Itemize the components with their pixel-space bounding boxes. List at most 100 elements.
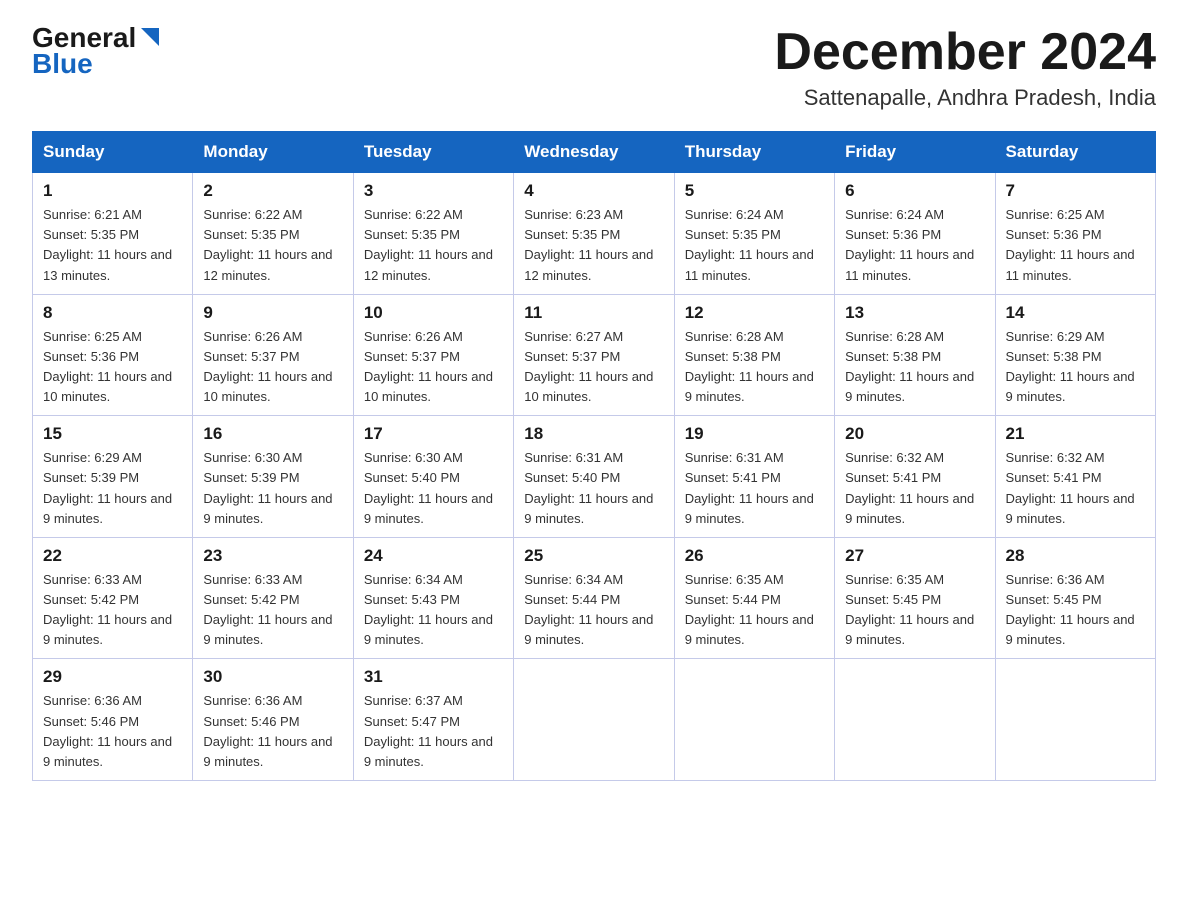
day-info: Sunrise: 6:30 AMSunset: 5:40 PMDaylight:…	[364, 448, 503, 529]
day-number: 29	[43, 667, 182, 687]
day-info: Sunrise: 6:35 AMSunset: 5:44 PMDaylight:…	[685, 570, 824, 651]
calendar-week-row: 1 Sunrise: 6:21 AMSunset: 5:35 PMDaylight…	[33, 173, 1156, 295]
day-number: 2	[203, 181, 342, 201]
day-number: 16	[203, 424, 342, 444]
calendar-cell: 21Sunrise: 6:32 AMSunset: 5:41 PMDayligh…	[995, 416, 1155, 538]
day-info: Sunrise: 6:37 AMSunset: 5:47 PMDaylight:…	[364, 691, 503, 772]
calendar-cell: 31 Sunrise: 6:37 AMSunset: 5:47 PMDayligh…	[353, 659, 513, 781]
day-info: Sunrise: 6:24 AMSunset: 5:36 PMDaylight:…	[845, 205, 984, 286]
calendar-cell: 1 Sunrise: 6:21 AMSunset: 5:35 PMDaylight…	[33, 173, 193, 295]
day-info: Sunrise: 6:28 AMSunset: 5:38 PMDaylight:…	[845, 327, 984, 408]
day-info: Sunrise: 6:33 AMSunset: 5:42 PMDaylight:…	[203, 570, 342, 651]
calendar-cell: 29 Sunrise: 6:36 AMSunset: 5:46 PMDayligh…	[33, 659, 193, 781]
day-number: 10	[364, 303, 503, 323]
calendar-cell	[674, 659, 834, 781]
day-number: 6	[845, 181, 984, 201]
day-number: 30	[203, 667, 342, 687]
day-number: 5	[685, 181, 824, 201]
day-number: 13	[845, 303, 984, 323]
calendar-cell	[995, 659, 1155, 781]
calendar-cell: 30 Sunrise: 6:36 AMSunset: 5:46 PMDayligh…	[193, 659, 353, 781]
day-number: 28	[1006, 546, 1145, 566]
calendar-cell: 25 Sunrise: 6:34 AMSunset: 5:44 PMDayligh…	[514, 537, 674, 659]
day-number: 14	[1006, 303, 1145, 323]
calendar-cell: 17 Sunrise: 6:30 AMSunset: 5:40 PMDayligh…	[353, 416, 513, 538]
calendar-cell: 2 Sunrise: 6:22 AMSunset: 5:35 PMDaylight…	[193, 173, 353, 295]
day-number: 22	[43, 546, 182, 566]
day-number: 27	[845, 546, 984, 566]
calendar-week-row: 15Sunrise: 6:29 AMSunset: 5:39 PMDayligh…	[33, 416, 1156, 538]
day-info: Sunrise: 6:28 AMSunset: 5:38 PMDaylight:…	[685, 327, 824, 408]
day-info: Sunrise: 6:27 AMSunset: 5:37 PMDaylight:…	[524, 327, 663, 408]
calendar-cell: 22 Sunrise: 6:33 AMSunset: 5:42 PMDayligh…	[33, 537, 193, 659]
day-info: Sunrise: 6:21 AMSunset: 5:35 PMDaylight:…	[43, 205, 182, 286]
calendar-cell: 13 Sunrise: 6:28 AMSunset: 5:38 PMDayligh…	[835, 294, 995, 416]
calendar-cell: 28 Sunrise: 6:36 AMSunset: 5:45 PMDayligh…	[995, 537, 1155, 659]
day-info: Sunrise: 6:36 AMSunset: 5:45 PMDaylight:…	[1006, 570, 1145, 651]
weekday-header-thursday: Thursday	[674, 132, 834, 173]
day-info: Sunrise: 6:25 AMSunset: 5:36 PMDaylight:…	[1006, 205, 1145, 286]
day-info: Sunrise: 6:31 AMSunset: 5:40 PMDaylight:…	[524, 448, 663, 529]
day-info: Sunrise: 6:25 AMSunset: 5:36 PMDaylight:…	[43, 327, 182, 408]
day-number: 4	[524, 181, 663, 201]
day-info: Sunrise: 6:36 AMSunset: 5:46 PMDaylight:…	[43, 691, 182, 772]
day-info: Sunrise: 6:29 AMSunset: 5:38 PMDaylight:…	[1006, 327, 1145, 408]
logo-triangle-icon	[139, 26, 161, 48]
calendar-cell: 4Sunrise: 6:23 AMSunset: 5:35 PMDaylight…	[514, 173, 674, 295]
day-number: 7	[1006, 181, 1145, 201]
weekday-header-monday: Monday	[193, 132, 353, 173]
calendar-cell: 6 Sunrise: 6:24 AMSunset: 5:36 PMDaylight…	[835, 173, 995, 295]
calendar-cell: 23 Sunrise: 6:33 AMSunset: 5:42 PMDayligh…	[193, 537, 353, 659]
day-number: 1	[43, 181, 182, 201]
day-info: Sunrise: 6:26 AMSunset: 5:37 PMDaylight:…	[203, 327, 342, 408]
logo: General Blue	[32, 24, 161, 80]
day-number: 25	[524, 546, 663, 566]
day-number: 12	[685, 303, 824, 323]
title-area: December 2024 Sattenapalle, Andhra Prade…	[774, 24, 1156, 111]
calendar-week-row: 29 Sunrise: 6:36 AMSunset: 5:46 PMDayligh…	[33, 659, 1156, 781]
calendar-cell: 20Sunrise: 6:32 AMSunset: 5:41 PMDayligh…	[835, 416, 995, 538]
day-number: 8	[43, 303, 182, 323]
day-info: Sunrise: 6:33 AMSunset: 5:42 PMDaylight:…	[43, 570, 182, 651]
day-info: Sunrise: 6:32 AMSunset: 5:41 PMDaylight:…	[845, 448, 984, 529]
calendar-cell: 14 Sunrise: 6:29 AMSunset: 5:38 PMDayligh…	[995, 294, 1155, 416]
weekday-header-wednesday: Wednesday	[514, 132, 674, 173]
day-number: 9	[203, 303, 342, 323]
calendar-cell: 15Sunrise: 6:29 AMSunset: 5:39 PMDayligh…	[33, 416, 193, 538]
day-number: 31	[364, 667, 503, 687]
day-number: 21	[1006, 424, 1145, 444]
day-number: 17	[364, 424, 503, 444]
calendar-cell: 18 Sunrise: 6:31 AMSunset: 5:40 PMDayligh…	[514, 416, 674, 538]
day-info: Sunrise: 6:22 AMSunset: 5:35 PMDaylight:…	[364, 205, 503, 286]
weekday-header-row: SundayMondayTuesdayWednesdayThursdayFrid…	[33, 132, 1156, 173]
weekday-header-friday: Friday	[835, 132, 995, 173]
day-number: 23	[203, 546, 342, 566]
calendar-table: SundayMondayTuesdayWednesdayThursdayFrid…	[32, 131, 1156, 781]
calendar-cell: 8 Sunrise: 6:25 AMSunset: 5:36 PMDaylight…	[33, 294, 193, 416]
weekday-header-tuesday: Tuesday	[353, 132, 513, 173]
header: General Blue December 2024 Sattenapalle,…	[32, 24, 1156, 111]
calendar-cell: 26 Sunrise: 6:35 AMSunset: 5:44 PMDayligh…	[674, 537, 834, 659]
calendar-cell: 3Sunrise: 6:22 AMSunset: 5:35 PMDaylight…	[353, 173, 513, 295]
day-info: Sunrise: 6:29 AMSunset: 5:39 PMDaylight:…	[43, 448, 182, 529]
logo-blue-text: Blue	[32, 48, 161, 80]
day-info: Sunrise: 6:34 AMSunset: 5:43 PMDaylight:…	[364, 570, 503, 651]
day-info: Sunrise: 6:36 AMSunset: 5:46 PMDaylight:…	[203, 691, 342, 772]
day-number: 24	[364, 546, 503, 566]
day-info: Sunrise: 6:22 AMSunset: 5:35 PMDaylight:…	[203, 205, 342, 286]
weekday-header-saturday: Saturday	[995, 132, 1155, 173]
day-number: 26	[685, 546, 824, 566]
day-info: Sunrise: 6:24 AMSunset: 5:35 PMDaylight:…	[685, 205, 824, 286]
day-info: Sunrise: 6:34 AMSunset: 5:44 PMDaylight:…	[524, 570, 663, 651]
calendar-cell: 11Sunrise: 6:27 AMSunset: 5:37 PMDayligh…	[514, 294, 674, 416]
calendar-cell: 19Sunrise: 6:31 AMSunset: 5:41 PMDayligh…	[674, 416, 834, 538]
weekday-header-sunday: Sunday	[33, 132, 193, 173]
calendar-week-row: 22 Sunrise: 6:33 AMSunset: 5:42 PMDayligh…	[33, 537, 1156, 659]
day-info: Sunrise: 6:26 AMSunset: 5:37 PMDaylight:…	[364, 327, 503, 408]
day-number: 18	[524, 424, 663, 444]
day-info: Sunrise: 6:35 AMSunset: 5:45 PMDaylight:…	[845, 570, 984, 651]
calendar-cell: 10 Sunrise: 6:26 AMSunset: 5:37 PMDayligh…	[353, 294, 513, 416]
calendar-cell: 24 Sunrise: 6:34 AMSunset: 5:43 PMDayligh…	[353, 537, 513, 659]
calendar-cell: 5 Sunrise: 6:24 AMSunset: 5:35 PMDaylight…	[674, 173, 834, 295]
location-subtitle: Sattenapalle, Andhra Pradesh, India	[774, 85, 1156, 111]
